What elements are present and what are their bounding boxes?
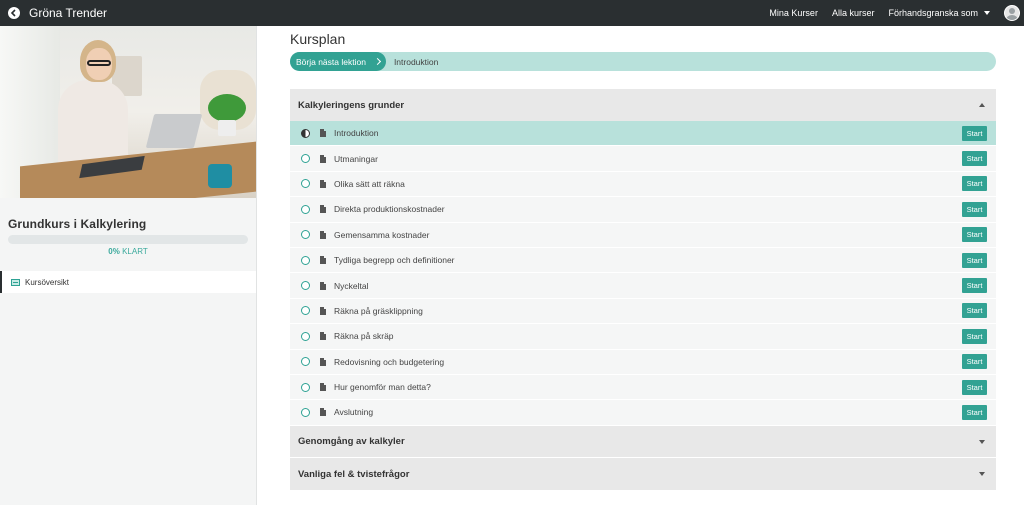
- lesson-title: Nyckeltal: [334, 280, 369, 291]
- start-lesson-button[interactable]: Start: [962, 151, 987, 167]
- start-lesson-button[interactable]: Start: [962, 176, 987, 192]
- lesson-status-icon: [301, 382, 310, 392]
- resume-bar: Börja nästa lektion Introduktion: [290, 52, 996, 71]
- section-header-calculations[interactable]: Genomgång av kalkyler: [290, 426, 996, 457]
- section-title: Vanliga fel & tvistefrågor: [298, 468, 410, 480]
- lesson-status-icon: [301, 204, 310, 214]
- document-icon: [320, 129, 326, 138]
- lesson-status-icon: [301, 331, 310, 341]
- start-next-lesson-label: Börja nästa lektion: [296, 56, 366, 67]
- lesson-row[interactable]: Gemensamma kostnader Start: [290, 222, 996, 248]
- section-title: Genomgång av kalkyler: [298, 436, 405, 447]
- lesson-title: Utmaningar: [334, 153, 378, 164]
- lesson-title: Räkna på skräp: [334, 331, 394, 342]
- document-icon: [320, 357, 326, 366]
- section-title: Kalkyleringens grunder: [298, 99, 405, 111]
- start-lesson-button[interactable]: Start: [962, 404, 987, 420]
- lesson-list: Introduktion Start Utmaningar Start Olika sä…: [290, 121, 996, 426]
- top-nav-links: Mina Kurser Alla kurser Förhandsgranska …: [769, 5, 1024, 21]
- chevron-right-icon: [373, 57, 381, 66]
- top-navbar: Gröna Trender Mina Kurser Alla kurser Fö…: [0, 0, 1024, 26]
- start-lesson-button[interactable]: Start: [962, 328, 987, 344]
- section-header-basics[interactable]: Kalkyleringens grunder: [290, 89, 996, 121]
- preview-as-dropdown[interactable]: Förhandsgranska som: [888, 8, 990, 18]
- brand-name: Gröna Trender: [29, 6, 108, 20]
- lesson-row[interactable]: Räkna på gräsklippning Start: [290, 298, 996, 325]
- lesson-row[interactable]: Avslutning Start: [290, 400, 996, 426]
- document-icon: [320, 306, 326, 315]
- lesson-title: Redovisning och budgetering: [334, 356, 445, 367]
- progress-text: 0% KLART: [0, 247, 256, 256]
- start-lesson-button[interactable]: Start: [962, 227, 987, 243]
- start-lesson-button[interactable]: Start: [962, 354, 987, 370]
- arrow-left-icon: [8, 7, 20, 19]
- nav-my-courses[interactable]: Mina Kurser: [769, 8, 818, 18]
- chevron-up-icon: [979, 103, 985, 107]
- start-lesson-button[interactable]: Start: [962, 252, 987, 268]
- document-icon: [320, 281, 326, 290]
- course-title: Grundkurs i Kalkylering: [8, 217, 147, 231]
- lesson-row[interactable]: Olika sätt att räkna Start: [290, 171, 996, 198]
- user-avatar[interactable]: [1004, 5, 1020, 21]
- section-header-common-errors[interactable]: Vanliga fel & tvistefrågor: [290, 458, 996, 490]
- progress-percent: 0%: [108, 247, 120, 256]
- lesson-status-icon: [301, 230, 310, 240]
- lesson-title: Hur genomför man detta?: [334, 382, 431, 393]
- lesson-row[interactable]: Tydliga begrepp och definitioner Start: [290, 247, 996, 274]
- lesson-title: Gemensamma kostnader: [334, 229, 430, 240]
- start-lesson-button[interactable]: Start: [962, 303, 987, 319]
- lesson-title: Avslutning: [334, 407, 374, 418]
- document-icon: [320, 256, 326, 265]
- preview-as-label: Förhandsgranska som: [888, 8, 978, 18]
- sidebar-item-label: Kursöversikt: [25, 277, 70, 287]
- course-progress-bar: [8, 235, 248, 244]
- lesson-row[interactable]: Direkta produktionskostnader Start: [290, 197, 996, 223]
- lesson-status-icon: [301, 255, 310, 265]
- document-icon: [320, 230, 326, 239]
- document-icon: [320, 154, 326, 163]
- start-lesson-button[interactable]: Start: [962, 278, 987, 294]
- lesson-row[interactable]: Introduktion Start: [290, 121, 996, 147]
- chevron-down-icon: [984, 11, 990, 15]
- course-image: [0, 26, 256, 198]
- lesson-status-icon: [301, 128, 310, 138]
- document-icon: [320, 205, 326, 214]
- chevron-down-icon: [979, 472, 985, 476]
- next-lesson-name: Introduktion: [393, 56, 439, 67]
- lesson-row[interactable]: Nyckeltal Start: [290, 273, 996, 299]
- lesson-row[interactable]: Räkna på skräp Start: [290, 324, 996, 350]
- lesson-title: Direkta produktionskostnader: [334, 204, 445, 215]
- lesson-title: Räkna på gräsklippning: [334, 305, 423, 316]
- lesson-status-icon: [301, 357, 310, 367]
- lesson-title: Introduktion: [334, 128, 379, 139]
- document-icon: [320, 179, 326, 188]
- progress-suffix: KLART: [122, 247, 148, 256]
- start-lesson-button[interactable]: Start: [962, 379, 987, 395]
- start-lesson-button[interactable]: Start: [962, 125, 987, 141]
- course-sidebar: Grundkurs i Kalkylering 0% KLART Kursöve…: [0, 26, 257, 505]
- document-icon: [320, 408, 326, 417]
- start-next-lesson-button[interactable]: Börja nästa lektion: [290, 52, 386, 71]
- nav-all-courses[interactable]: Alla kurser: [832, 8, 875, 18]
- lesson-status-icon: [301, 407, 310, 417]
- lesson-row[interactable]: Utmaningar Start: [290, 146, 996, 172]
- lesson-title: Tydliga begrepp och definitioner: [334, 255, 455, 266]
- lesson-row[interactable]: Redovisning och budgetering Start: [290, 349, 996, 375]
- back-button[interactable]: Gröna Trender: [8, 6, 107, 20]
- start-lesson-button[interactable]: Start: [962, 201, 987, 217]
- chevron-down-icon: [979, 439, 985, 444]
- lesson-status-icon: [301, 154, 310, 164]
- lesson-title: Olika sätt att räkna: [334, 178, 405, 189]
- overview-icon: [11, 278, 20, 286]
- lesson-status-icon: [301, 281, 310, 291]
- lesson-row[interactable]: Hur genomför man detta? Start: [290, 374, 996, 401]
- page-title: Kursplan: [290, 31, 346, 47]
- document-icon: [320, 383, 326, 392]
- document-icon: [320, 332, 326, 341]
- lesson-status-icon: [301, 179, 310, 189]
- sidebar-item-course-overview[interactable]: Kursöversikt: [0, 271, 256, 293]
- lesson-status-icon: [301, 306, 310, 316]
